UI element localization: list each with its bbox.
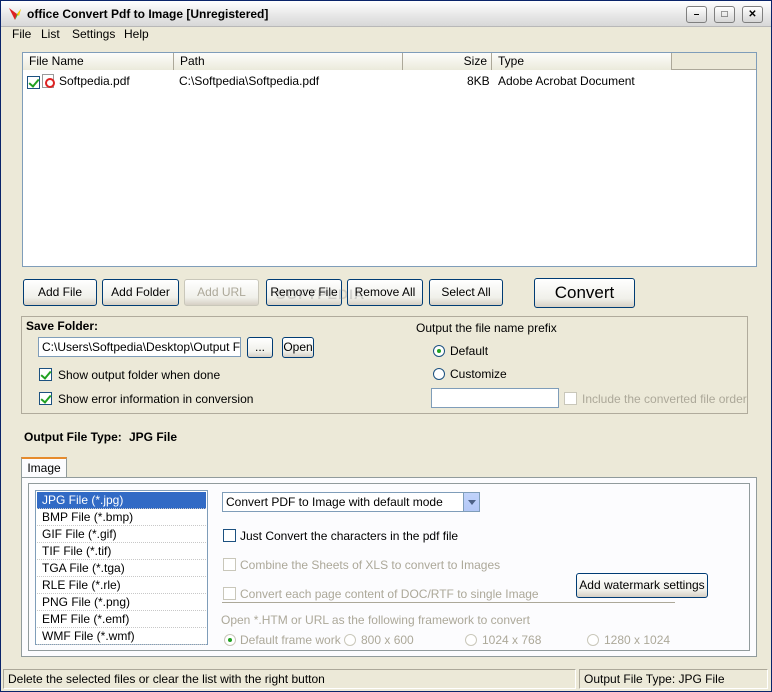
app-window: office Convert Pdf to Image [Unregistere… bbox=[0, 0, 772, 692]
show-error-info-checkbox[interactable] bbox=[39, 392, 52, 406]
file-type-item-tga[interactable]: TGA File (*.tga) bbox=[37, 560, 206, 577]
file-type-item-png[interactable]: PNG File (*.png) bbox=[37, 594, 206, 611]
prefix-default-label: Default bbox=[450, 344, 489, 358]
status-output-type: Output File Type: JPG File bbox=[579, 669, 768, 689]
image-options-box: JPG File (*.jpg) BMP File (*.bmp) GIF Fi… bbox=[28, 483, 750, 651]
show-output-folder-label: Show output folder when done bbox=[58, 368, 221, 382]
file-type-item-rle[interactable]: RLE File (*.rle) bbox=[37, 577, 206, 594]
row-checkbox[interactable] bbox=[27, 76, 40, 90]
prefix-default-radio[interactable] bbox=[433, 345, 445, 357]
column-file-name[interactable]: File Name bbox=[23, 53, 174, 70]
just-convert-chars-label: Just Convert the characters in the pdf f… bbox=[240, 529, 459, 543]
framework-label: Open *.HTM or URL as the following frame… bbox=[221, 613, 531, 627]
framework-800-radio[interactable] bbox=[344, 634, 356, 646]
row-path: C:\Softpedia\Softpedia.pdf bbox=[179, 74, 320, 88]
prefix-label: Output the file name prefix bbox=[416, 321, 557, 335]
convert-button[interactable]: Convert bbox=[534, 278, 635, 308]
framework-1280-label: 1280 x 1024 bbox=[604, 633, 671, 647]
convert-doc-rtf-label: Convert each page content of DOC/RTF to … bbox=[240, 587, 539, 601]
status-message: Delete the selected files or clear the l… bbox=[3, 669, 576, 689]
add-folder-button[interactable]: Add Folder bbox=[102, 279, 179, 306]
file-list-row[interactable]: Softpedia.pdf C:\Softpedia\Softpedia.pdf… bbox=[23, 72, 756, 90]
framework-default-radio[interactable] bbox=[224, 634, 236, 646]
row-type: Adobe Acrobat Document bbox=[498, 74, 635, 88]
show-error-info-label: Show error information in conversion bbox=[58, 392, 254, 406]
save-folder-group: Save Folder: C:\Users\Softpedia\Desktop\… bbox=[21, 316, 748, 414]
framework-1280-radio[interactable] bbox=[587, 634, 599, 646]
add-url-button[interactable]: Add URL bbox=[184, 279, 259, 306]
prefix-customize-label: Customize bbox=[450, 367, 507, 381]
file-type-item-tif[interactable]: TIF File (*.tif) bbox=[37, 543, 206, 560]
tab-image[interactable]: Image bbox=[21, 457, 67, 478]
menu-bar: File List Settings Help bbox=[1, 25, 771, 43]
framework-1024-label: 1024 x 768 bbox=[482, 633, 542, 647]
menu-list[interactable]: List bbox=[41, 27, 60, 41]
include-order-label: Include the converted file order bbox=[582, 392, 747, 406]
menu-file[interactable]: File bbox=[12, 27, 31, 41]
file-type-item-gif[interactable]: GIF File (*.gif) bbox=[37, 526, 206, 543]
combine-xls-checkbox[interactable] bbox=[223, 558, 236, 572]
save-folder-label: Save Folder: bbox=[26, 319, 99, 333]
browse-folder-button[interactable]: ... bbox=[247, 337, 273, 358]
pdf-file-icon bbox=[42, 74, 55, 88]
save-folder-path-input[interactable]: C:\Users\Softpedia\Desktop\Output Files bbox=[38, 337, 241, 357]
status-bar: Delete the selected files or clear the l… bbox=[1, 667, 771, 691]
file-type-item-jpg[interactable]: JPG File (*.jpg) bbox=[37, 492, 206, 509]
title-bar: office Convert Pdf to Image [Unregistere… bbox=[1, 1, 771, 27]
chevron-down-icon[interactable] bbox=[463, 493, 479, 511]
add-watermark-settings-button[interactable]: Add watermark settings bbox=[576, 573, 708, 598]
maximize-button[interactable]: □ bbox=[714, 6, 735, 23]
row-size: 8KB bbox=[467, 74, 490, 88]
row-file-name: Softpedia.pdf bbox=[59, 74, 130, 88]
window-title: office Convert Pdf to Image [Unregistere… bbox=[27, 7, 269, 21]
open-folder-button[interactable]: Open bbox=[282, 337, 314, 358]
image-tab-panel: JPG File (*.jpg) BMP File (*.bmp) GIF Fi… bbox=[21, 477, 757, 657]
minimize-button[interactable]: – bbox=[686, 6, 707, 23]
output-file-type-value: JPG File bbox=[129, 430, 178, 444]
column-size[interactable]: Size bbox=[403, 53, 492, 70]
select-all-button[interactable]: Select All bbox=[429, 279, 503, 306]
menu-settings[interactable]: Settings bbox=[72, 27, 115, 41]
framework-1024-radio[interactable] bbox=[465, 634, 477, 646]
framework-default-label: Default frame work bbox=[240, 633, 341, 647]
section-divider bbox=[222, 602, 675, 603]
file-list[interactable]: File Name Path Size Type Softpedia.pdf C… bbox=[22, 52, 757, 267]
prefix-input[interactable] bbox=[431, 388, 559, 408]
file-type-list[interactable]: JPG File (*.jpg) BMP File (*.bmp) GIF Fi… bbox=[35, 490, 208, 645]
app-logo-icon bbox=[9, 8, 21, 20]
file-type-item-emf[interactable]: EMF File (*.emf) bbox=[37, 611, 206, 628]
show-output-folder-checkbox[interactable] bbox=[39, 368, 52, 382]
framework-800-label: 800 x 600 bbox=[361, 633, 414, 647]
include-order-checkbox[interactable] bbox=[564, 392, 577, 406]
conversion-mode-value: Convert PDF to Image with default mode bbox=[226, 495, 443, 509]
column-type[interactable]: Type bbox=[492, 53, 672, 70]
close-button[interactable]: ✕ bbox=[742, 6, 763, 23]
column-path[interactable]: Path bbox=[174, 53, 403, 70]
just-convert-chars-checkbox[interactable] bbox=[223, 529, 236, 543]
menu-help[interactable]: Help bbox=[124, 27, 149, 41]
softpedia-watermark: SOFTPEDIA bbox=[276, 286, 366, 302]
file-type-item-bmp[interactable]: BMP File (*.bmp) bbox=[37, 509, 206, 526]
file-list-header: File Name Path Size Type bbox=[23, 53, 756, 70]
output-file-type-label: Output File Type: bbox=[24, 430, 122, 444]
combine-xls-label: Combine the Sheets of XLS to convert to … bbox=[240, 558, 501, 572]
file-type-item-wmf[interactable]: WMF File (*.wmf) bbox=[37, 628, 206, 645]
prefix-customize-radio[interactable] bbox=[433, 368, 445, 380]
conversion-mode-select[interactable]: Convert PDF to Image with default mode bbox=[222, 492, 480, 512]
convert-doc-rtf-checkbox[interactable] bbox=[223, 587, 236, 601]
add-file-button[interactable]: Add File bbox=[23, 279, 97, 306]
